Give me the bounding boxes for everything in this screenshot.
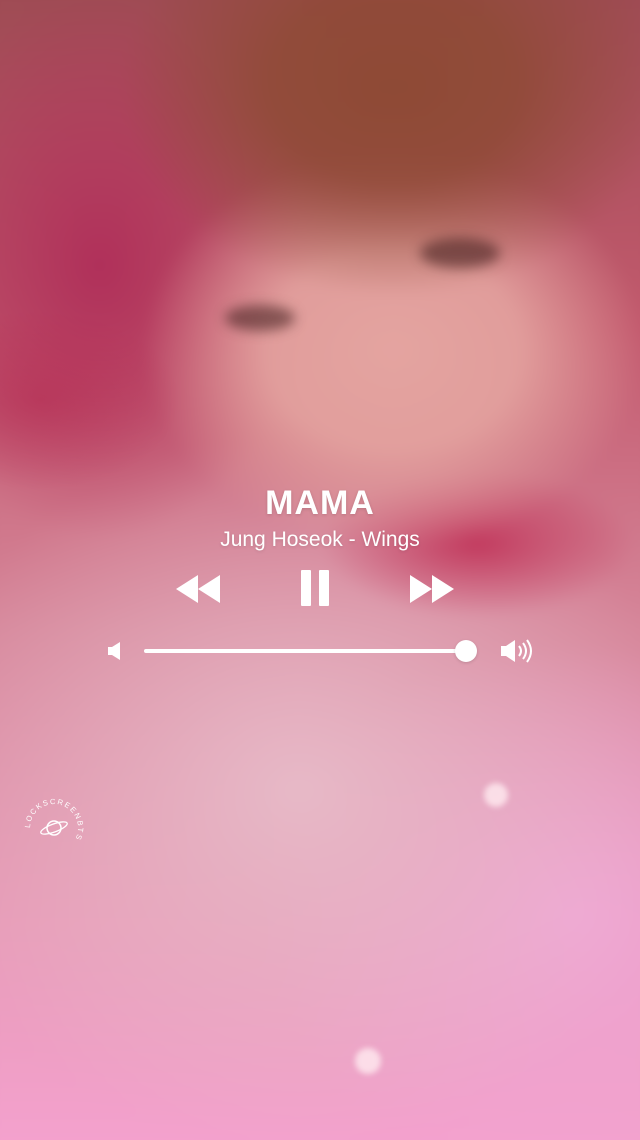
rewind-button[interactable] [174,572,222,606]
volume-min-button[interactable] [104,640,126,662]
pause-button[interactable] [298,568,334,608]
volume-slider[interactable] [144,640,488,662]
fast-forward-icon [410,575,454,603]
volume-slider-thumb[interactable] [455,640,478,662]
watermark-logo: LOCKSCREENBTS [22,796,86,860]
fast-forward-button[interactable] [408,572,456,606]
photo-detail [420,238,500,268]
photo-detail [355,1048,381,1074]
lockscreen: MAMA Jung Hoseok - Wings LOCKSCREENBTS [0,0,640,1140]
rewind-icon [176,575,220,603]
planet-icon: LOCKSCREENBTS [23,797,84,843]
pause-icon [301,570,329,606]
volume-high-icon [501,639,532,663]
volume-slider-track[interactable] [144,649,476,653]
volume-low-icon [108,642,120,660]
track-title: MAMA [265,484,375,522]
track-artist-album: Jung Hoseok - Wings [220,528,420,551]
photo-detail [225,305,295,331]
photo-detail [484,783,508,807]
volume-max-button[interactable] [498,636,538,666]
